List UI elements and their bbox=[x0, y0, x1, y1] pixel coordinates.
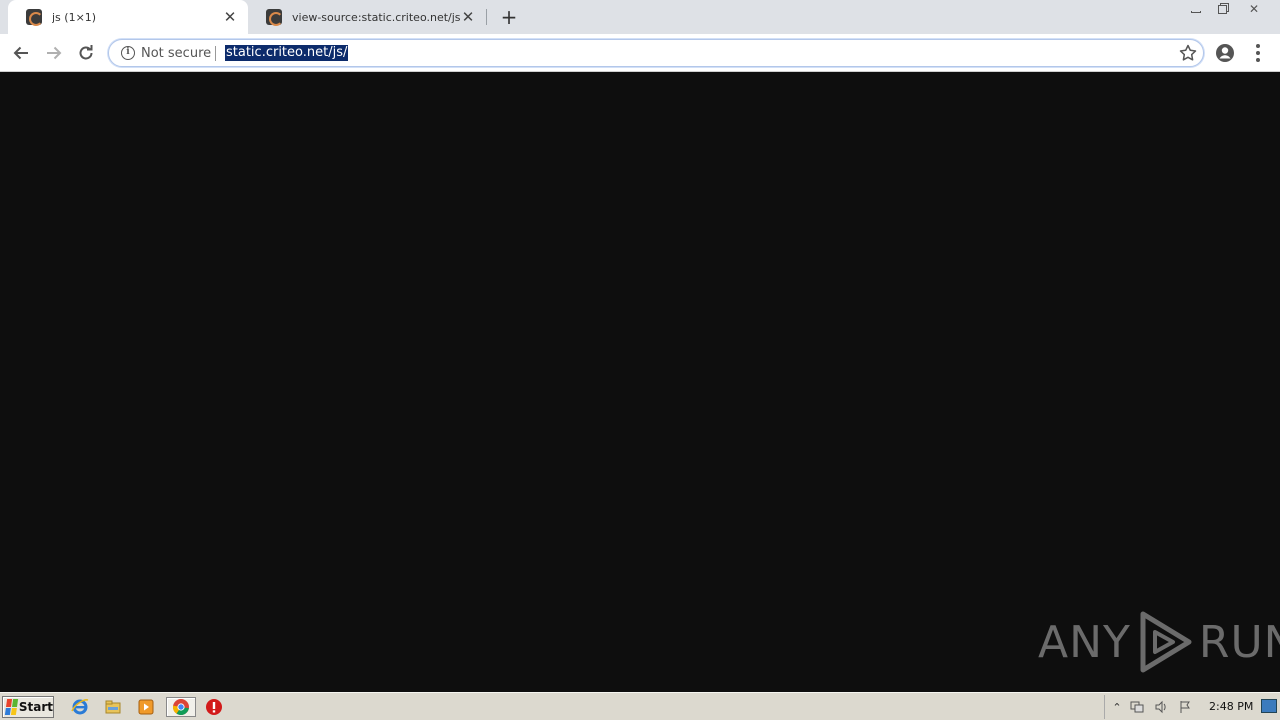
taskbar-explorer[interactable] bbox=[102, 697, 124, 717]
internet-explorer-icon bbox=[71, 699, 89, 715]
taskbar: Start ⌃ 2:48 PM bbox=[0, 692, 1280, 720]
page-content: ANY RUN bbox=[0, 72, 1280, 692]
url-text[interactable]: static.criteo.net/js/ bbox=[225, 45, 349, 61]
close-tab-icon[interactable]: ✕ bbox=[222, 9, 238, 25]
start-label: Start bbox=[18, 700, 53, 714]
address-bar[interactable]: i Not secure static.criteo.net/js/ bbox=[108, 39, 1204, 67]
tab-strip: js (1×1) ✕ view-source:static.criteo.net… bbox=[0, 0, 1280, 34]
arrow-left-icon bbox=[13, 46, 28, 60]
taskbar-ie[interactable] bbox=[69, 697, 91, 717]
tab-separator bbox=[486, 9, 487, 25]
play-logo-icon bbox=[1140, 611, 1192, 673]
new-tab-button[interactable]: + bbox=[498, 6, 520, 28]
forward-button[interactable] bbox=[41, 40, 67, 66]
action-center-flag-icon[interactable] bbox=[1177, 699, 1193, 715]
info-icon[interactable]: i bbox=[121, 46, 135, 60]
back-button[interactable] bbox=[8, 40, 34, 66]
media-player-icon bbox=[138, 699, 154, 715]
network-icon[interactable] bbox=[1129, 699, 1145, 715]
reload-icon bbox=[79, 45, 93, 60]
arrow-right-icon bbox=[47, 46, 62, 60]
folder-icon bbox=[105, 700, 121, 714]
minimize-button[interactable] bbox=[1183, 0, 1209, 18]
close-tab-icon[interactable]: ✕ bbox=[460, 9, 476, 25]
watermark-left-text: ANY bbox=[1038, 616, 1131, 668]
omnibox-separator bbox=[215, 46, 216, 61]
watermark-right-text: RUN bbox=[1198, 616, 1280, 668]
show-desktop-icon[interactable] bbox=[1261, 699, 1277, 713]
taskbar-media-player[interactable] bbox=[135, 697, 157, 717]
chrome-icon bbox=[172, 699, 189, 715]
tab-view-source[interactable]: view-source:static.criteo.net/js/ld/p ✕ bbox=[248, 0, 486, 34]
tab-title: view-source:static.criteo.net/js/ld/p bbox=[292, 10, 460, 24]
start-button[interactable]: Start bbox=[2, 696, 54, 718]
taskbar-chrome[interactable] bbox=[166, 697, 196, 717]
bookmark-star-icon[interactable] bbox=[1178, 43, 1198, 63]
security-label[interactable]: Not secure bbox=[141, 46, 211, 61]
taskbar-opera[interactable] bbox=[203, 697, 225, 717]
browser-toolbar: i Not secure static.criteo.net/js/ bbox=[0, 34, 1280, 72]
minimize-icon bbox=[1191, 11, 1201, 13]
anyrun-watermark: ANY RUN bbox=[1038, 610, 1280, 674]
criteo-favicon-icon bbox=[266, 9, 283, 26]
clock[interactable]: 2:48 PM bbox=[1209, 700, 1253, 713]
close-window-button[interactable]: ✕ bbox=[1237, 0, 1271, 18]
tab-title: js (1×1) bbox=[52, 10, 97, 24]
account-icon[interactable] bbox=[1213, 41, 1237, 65]
reload-button[interactable] bbox=[73, 40, 99, 66]
opera-icon bbox=[206, 699, 222, 715]
show-hidden-icons-icon[interactable]: ⌃ bbox=[1109, 699, 1125, 715]
criteo-favicon-icon bbox=[26, 9, 43, 26]
windows-logo-icon bbox=[4, 699, 18, 715]
restore-icon bbox=[1217, 4, 1227, 14]
system-tray: ⌃ 2:48 PM bbox=[1104, 695, 1280, 719]
kebab-menu-icon[interactable] bbox=[1248, 41, 1268, 65]
volume-icon[interactable] bbox=[1153, 699, 1169, 715]
restore-button[interactable] bbox=[1209, 0, 1235, 18]
tab-active[interactable]: js (1×1) ✕ bbox=[8, 0, 248, 34]
